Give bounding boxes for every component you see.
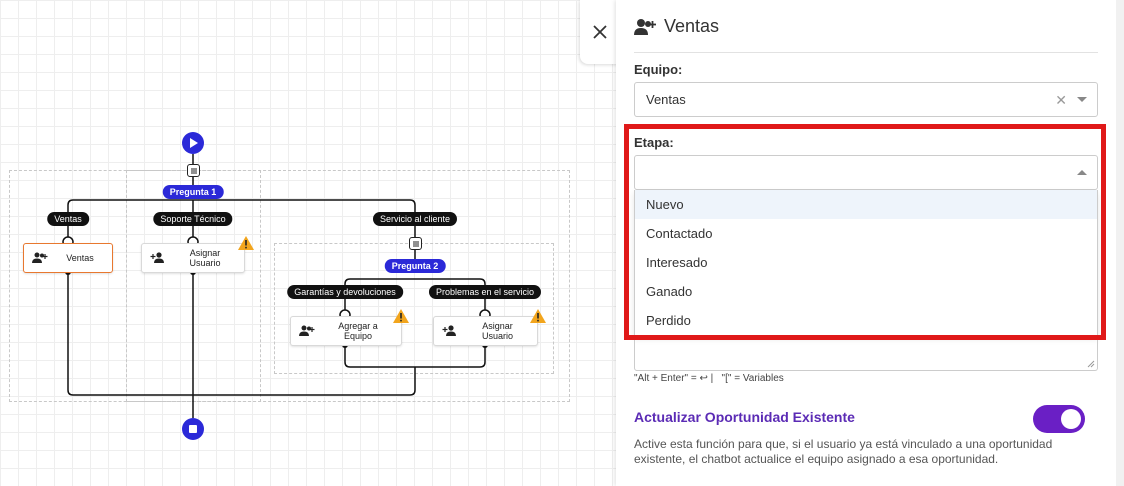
equipo-value: Ventas	[646, 92, 686, 107]
branch-problemas-pill[interactable]: Problemas en el servicio	[428, 285, 542, 299]
add-team-icon	[32, 252, 48, 264]
resize-handle-icon[interactable]	[1087, 360, 1095, 368]
chevron-down-icon[interactable]	[1077, 97, 1087, 102]
equipo-label: Equipo:	[634, 62, 683, 77]
divider	[634, 52, 1098, 53]
message-textarea[interactable]	[634, 340, 1098, 371]
node-label: Agregar a Equipo	[338, 321, 378, 341]
add-team-icon	[299, 325, 315, 337]
branch-ventas-pill[interactable]: Ventas	[47, 212, 89, 226]
branch-soporte-pill[interactable]: Soporte Técnico	[153, 212, 233, 226]
close-icon	[593, 25, 607, 39]
annotation-highlight-box	[624, 124, 1106, 340]
question-2-pill[interactable]: Pregunta 2	[384, 259, 446, 273]
toggle-description: Active esta función para que, si el usua…	[634, 437, 1053, 466]
node-ventas[interactable]: Ventas	[23, 243, 113, 273]
question-1-pill[interactable]: Pregunta 1	[162, 185, 224, 199]
toggle-title: Actualizar Oportunidad Existente	[634, 409, 855, 425]
branch-garantias-pill[interactable]: Garantías y devoluciones	[287, 285, 403, 299]
add-team-icon	[634, 18, 656, 35]
question-list-icon[interactable]	[187, 164, 200, 177]
node-label: Asignar Usuario	[189, 248, 221, 268]
add-user-icon	[442, 325, 458, 337]
close-panel-button[interactable]	[580, 0, 620, 64]
shortcut-hint: "Alt + Enter" = ↩ | "[" = Variables	[634, 373, 784, 384]
warning-icon	[393, 309, 409, 323]
flow-start-icon[interactable]	[182, 132, 204, 154]
node-agregar-equipo[interactable]: Agregar a Equipo	[290, 316, 402, 346]
node-label: Ventas	[66, 253, 94, 263]
flow-canvas[interactable]: Pregunta 1 Ventas Soporte Técnico Servic…	[0, 0, 580, 486]
warning-icon	[530, 309, 546, 323]
flow-end-icon[interactable]	[182, 418, 204, 440]
add-user-icon	[150, 252, 166, 264]
clear-icon[interactable]: ✕	[1055, 92, 1067, 109]
question-list-icon[interactable]	[409, 237, 422, 250]
panel-title: Ventas	[634, 16, 719, 37]
update-opportunity-toggle[interactable]	[1033, 405, 1085, 433]
scrollbar-track[interactable]	[1116, 0, 1124, 486]
warning-icon	[238, 236, 254, 250]
equipo-select[interactable]: Ventas ✕	[634, 82, 1098, 117]
node-asignar-usuario-2[interactable]: Asignar Usuario	[433, 316, 538, 346]
panel-title-text: Ventas	[664, 16, 720, 36]
branch-servicio-pill[interactable]: Servicio al cliente	[372, 212, 458, 226]
node-asignar-usuario[interactable]: Asignar Usuario	[141, 243, 245, 273]
toggle-knob	[1061, 409, 1081, 429]
node-label: Asignar Usuario	[481, 321, 513, 341]
